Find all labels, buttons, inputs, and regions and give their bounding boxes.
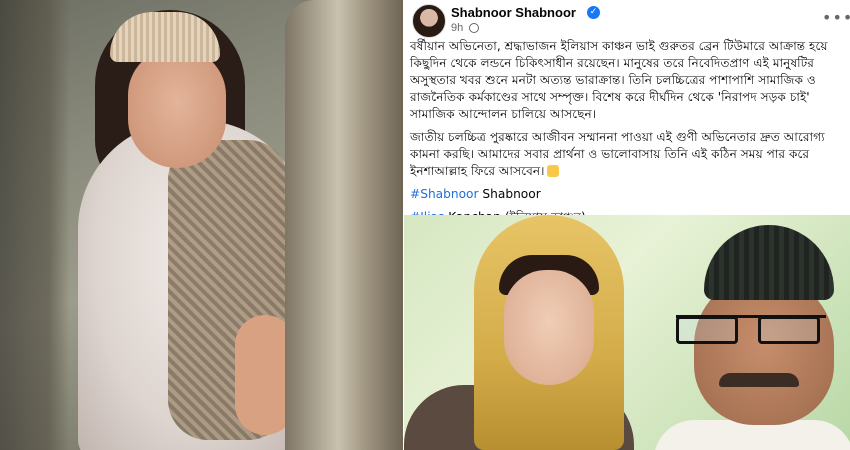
post-attached-image[interactable] bbox=[404, 215, 850, 450]
post-paragraph-2: জাতীয় চলচ্চিত্র পুরষ্কারে আজীবন সম্মানন… bbox=[410, 129, 842, 180]
more-options-icon[interactable]: ••• bbox=[822, 8, 850, 27]
man-cap bbox=[704, 225, 834, 300]
hashtag-line-1: #Shabnoor Shabnoor bbox=[410, 186, 842, 203]
clapping-hands-icon bbox=[546, 165, 559, 177]
author-name[interactable]: Shabnoor Shabnoor bbox=[451, 5, 576, 20]
face bbox=[128, 48, 226, 168]
woman-face bbox=[504, 270, 594, 385]
actress-photo bbox=[0, 0, 403, 450]
mustache bbox=[719, 373, 799, 387]
post-paragraph-1: বর্ষীয়ান অভিনেতা, শ্রদ্ধাভাজন ইলিয়াস ক… bbox=[410, 39, 828, 121]
globe-icon bbox=[469, 23, 479, 33]
post-text: বর্ষীয়ান অভিনেতা, শ্রদ্ধাভাজন ইলিয়াস ক… bbox=[410, 38, 842, 232]
background-trees bbox=[0, 0, 70, 450]
glasses bbox=[676, 315, 826, 345]
post-time[interactable]: 9h bbox=[451, 22, 463, 34]
hashtag-1-rest: Shabnoor bbox=[478, 187, 541, 201]
verified-badge-icon: ✓ bbox=[587, 6, 600, 19]
facebook-post: Shabnoor Shabnoor ✓ 9h ••• বর্ষীয়ান অভি… bbox=[404, 0, 850, 450]
author-avatar[interactable] bbox=[412, 4, 446, 38]
post-header: Shabnoor Shabnoor ✓ 9h ••• bbox=[404, 0, 850, 40]
post-paragraph-2-text: জাতীয় চলচ্চিত্র পুরষ্কারে আজীবন সম্মানন… bbox=[410, 130, 825, 178]
hashtag-shabnoor[interactable]: #Shabnoor bbox=[410, 187, 479, 201]
tree-trunk bbox=[285, 0, 403, 450]
